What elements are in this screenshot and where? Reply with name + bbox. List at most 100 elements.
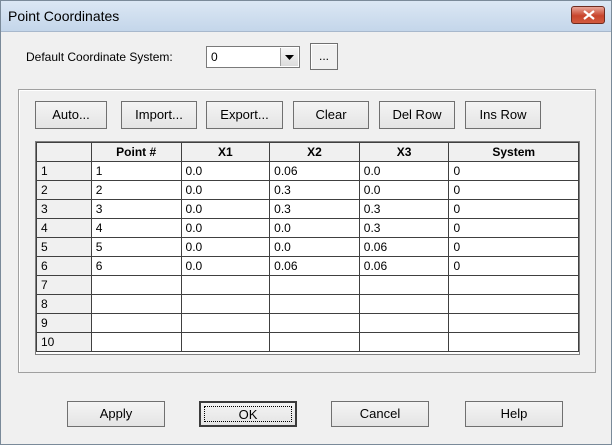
system-cell[interactable]: 0 bbox=[448, 218, 579, 238]
point-coordinates-dialog: Point Coordinates Default Coordinate Sys… bbox=[0, 0, 612, 445]
system-cell[interactable] bbox=[448, 275, 579, 295]
x1-cell[interactable]: 0.0 bbox=[180, 218, 271, 238]
system-cell[interactable]: 0 bbox=[448, 256, 579, 276]
x2-cell[interactable]: 0.3 bbox=[269, 199, 360, 219]
point-cell[interactable]: 1 bbox=[90, 161, 182, 181]
header-row: Point # X1 X2 X3 System bbox=[36, 142, 579, 162]
x1-cell[interactable]: 0.0 bbox=[180, 199, 271, 219]
default-coordinate-system-label: Default Coordinate System: bbox=[26, 50, 173, 64]
x1-cell[interactable]: 0.0 bbox=[180, 161, 271, 181]
x3-cell[interactable]: 0.06 bbox=[358, 256, 450, 276]
ins-row-button[interactable]: Ins Row bbox=[465, 101, 541, 129]
x3-cell[interactable]: 0.0 bbox=[358, 180, 450, 200]
ok-button[interactable]: OK bbox=[199, 401, 297, 427]
auto-button[interactable]: Auto... bbox=[35, 101, 107, 129]
x1-cell[interactable] bbox=[180, 294, 271, 314]
close-button[interactable] bbox=[571, 6, 605, 24]
corner-header bbox=[36, 142, 92, 162]
x3-cell[interactable]: 0.3 bbox=[358, 199, 450, 219]
system-cell[interactable] bbox=[448, 332, 579, 352]
row-header[interactable]: 8 bbox=[36, 294, 92, 314]
x2-cell[interactable]: 0.3 bbox=[269, 180, 360, 200]
x2-cell[interactable] bbox=[269, 294, 360, 314]
help-button[interactable]: Help bbox=[465, 401, 563, 427]
chevron-down-icon bbox=[285, 55, 294, 60]
import-button[interactable]: Import... bbox=[121, 101, 197, 129]
x1-cell[interactable] bbox=[180, 275, 271, 295]
coordinates-grid[interactable]: Point # X1 X2 X3 System 1 1 0.0 0.06 0.0 0 2 2 0… bbox=[35, 141, 580, 355]
export-button[interactable]: Export... bbox=[206, 101, 283, 129]
x2-cell[interactable]: 0.0 bbox=[269, 237, 360, 257]
browse-coordinate-system-button[interactable]: ... bbox=[310, 43, 338, 70]
system-cell[interactable]: 0 bbox=[448, 237, 579, 257]
column-header-point[interactable]: Point # bbox=[90, 142, 182, 162]
x1-cell[interactable]: 0.0 bbox=[180, 180, 271, 200]
row-header[interactable]: 1 bbox=[36, 161, 92, 181]
x3-cell[interactable] bbox=[358, 332, 450, 352]
x3-cell[interactable]: 0.0 bbox=[358, 161, 450, 181]
x2-cell[interactable] bbox=[269, 275, 360, 295]
row-header[interactable]: 3 bbox=[36, 199, 92, 219]
row-header[interactable]: 7 bbox=[36, 275, 92, 295]
default-coordinate-system-value: 0 bbox=[211, 50, 218, 64]
point-cell[interactable] bbox=[90, 332, 182, 352]
table-row: 7 bbox=[36, 275, 579, 295]
x2-cell[interactable]: 0.06 bbox=[269, 161, 360, 181]
point-cell[interactable] bbox=[90, 275, 182, 295]
x1-cell[interactable]: 0.0 bbox=[180, 237, 271, 257]
table-row: 5 5 0.0 0.0 0.06 0 bbox=[36, 237, 579, 257]
x2-cell[interactable] bbox=[269, 313, 360, 333]
table-row: 9 bbox=[36, 313, 579, 333]
table-row: 3 3 0.0 0.3 0.3 0 bbox=[36, 199, 579, 219]
table-row: 2 2 0.0 0.3 0.0 0 bbox=[36, 180, 579, 200]
row-header[interactable]: 4 bbox=[36, 218, 92, 238]
system-cell[interactable] bbox=[448, 294, 579, 314]
x1-cell[interactable] bbox=[180, 332, 271, 352]
point-cell[interactable] bbox=[90, 294, 182, 314]
x3-cell[interactable] bbox=[358, 275, 450, 295]
apply-button[interactable]: Apply bbox=[67, 401, 165, 427]
row-header[interactable]: 6 bbox=[36, 256, 92, 276]
column-header-x1[interactable]: X1 bbox=[180, 142, 271, 162]
coordinates-table: Point # X1 X2 X3 System 1 1 0.0 0.06 0.0 0 2 2 0… bbox=[36, 142, 579, 352]
row-header[interactable]: 10 bbox=[36, 332, 92, 352]
del-row-button[interactable]: Del Row bbox=[379, 101, 455, 129]
point-cell[interactable]: 4 bbox=[90, 218, 182, 238]
table-row: 8 bbox=[36, 294, 579, 314]
system-cell[interactable]: 0 bbox=[448, 199, 579, 219]
default-coordinate-system-select[interactable]: 0 bbox=[206, 46, 300, 68]
x1-cell[interactable] bbox=[180, 313, 271, 333]
row-header[interactable]: 2 bbox=[36, 180, 92, 200]
focus-rectangle bbox=[204, 406, 292, 422]
table-row: 10 bbox=[36, 332, 579, 352]
title-bar[interactable]: Point Coordinates bbox=[1, 1, 611, 32]
table-row: 4 4 0.0 0.0 0.3 0 bbox=[36, 218, 579, 238]
window-title: Point Coordinates bbox=[8, 8, 120, 24]
x3-cell[interactable]: 0.3 bbox=[358, 218, 450, 238]
point-cell[interactable]: 5 bbox=[90, 237, 182, 257]
system-cell[interactable]: 0 bbox=[448, 180, 579, 200]
close-icon bbox=[583, 10, 595, 20]
column-header-x2[interactable]: X2 bbox=[269, 142, 360, 162]
point-cell[interactable] bbox=[90, 313, 182, 333]
x1-cell[interactable]: 0.0 bbox=[180, 256, 271, 276]
system-cell[interactable]: 0 bbox=[448, 161, 579, 181]
point-cell[interactable]: 3 bbox=[90, 199, 182, 219]
x3-cell[interactable] bbox=[358, 294, 450, 314]
cancel-button[interactable]: Cancel bbox=[331, 401, 429, 427]
column-header-x3[interactable]: X3 bbox=[358, 142, 450, 162]
table-body: 1 1 0.0 0.06 0.0 0 2 2 0.0 0.3 0.0 0 3 3 0.0 0.3 0.3 0 4 4 0… bbox=[36, 161, 579, 352]
x2-cell[interactable]: 0.0 bbox=[269, 218, 360, 238]
row-header[interactable]: 5 bbox=[36, 237, 92, 257]
x2-cell[interactable]: 0.06 bbox=[269, 256, 360, 276]
x3-cell[interactable] bbox=[358, 313, 450, 333]
x3-cell[interactable]: 0.06 bbox=[358, 237, 450, 257]
dropdown-arrow-button[interactable] bbox=[280, 48, 298, 66]
x2-cell[interactable] bbox=[269, 332, 360, 352]
system-cell[interactable] bbox=[448, 313, 579, 333]
row-header[interactable]: 9 bbox=[36, 313, 92, 333]
column-header-system[interactable]: System bbox=[448, 142, 579, 162]
point-cell[interactable]: 6 bbox=[90, 256, 182, 276]
point-cell[interactable]: 2 bbox=[90, 180, 182, 200]
clear-button[interactable]: Clear bbox=[293, 101, 369, 129]
